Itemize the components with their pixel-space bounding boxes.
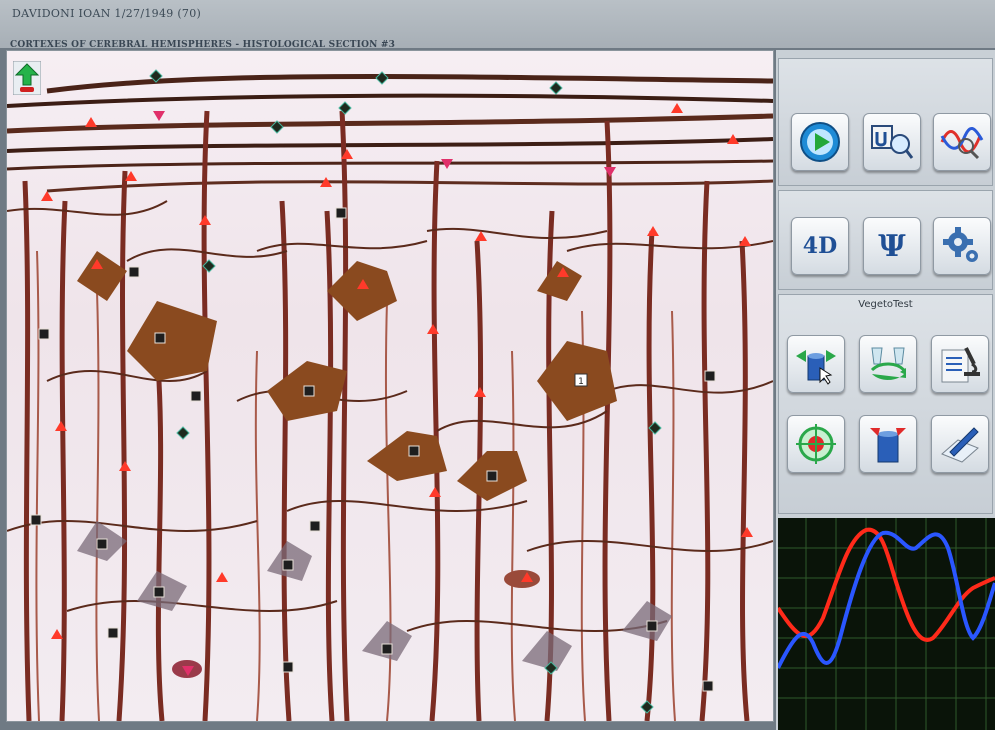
vegetotest-group: VegetoTest: [778, 294, 993, 514]
export-button[interactable]: [13, 61, 41, 95]
cups-arrows-icon: [870, 347, 906, 380]
wave-analysis-button[interactable]: [933, 113, 991, 171]
vegetotest-title: VegetoTest: [858, 299, 913, 310]
play-icon: [800, 122, 840, 162]
section-title: CORTEXES OF CEREBRAL HEMISPHERES - HISTO…: [10, 40, 396, 50]
signal-oscilloscope: [778, 518, 995, 730]
cylinder-arrows-icon: [796, 350, 836, 385]
histology-image: 1: [7, 69, 773, 721]
wave-analysis-icon: [940, 127, 984, 160]
4d-button[interactable]: 4D: [791, 217, 849, 275]
psi-icon: Ψ: [878, 228, 906, 264]
toolbar-group-main: [778, 58, 993, 186]
tool-panel: 4D Ψ VegetoTest: [776, 50, 995, 730]
toolbar-group-modes: 4D Ψ: [778, 190, 993, 290]
search-zoom-icon: [871, 125, 914, 159]
vegeto-button-1[interactable]: [787, 335, 845, 393]
target-icon: [796, 424, 836, 464]
vegeto-button-4[interactable]: [787, 415, 845, 473]
vegeto-button-3[interactable]: [931, 335, 989, 393]
patient-info: DAVIDONI IOAN 1/27/1949 (70): [12, 7, 202, 20]
pen-paper-icon: [941, 427, 979, 463]
vegeto-button-6[interactable]: [931, 415, 989, 473]
vegeto-button-5[interactable]: [859, 415, 917, 473]
settings-button[interactable]: [933, 217, 991, 275]
microscope-icon: [941, 347, 980, 383]
up-arrow-icon: [13, 61, 41, 95]
cylinder-icon: [870, 428, 906, 463]
vegeto-button-2[interactable]: [859, 335, 917, 393]
histology-viewer[interactable]: 1: [6, 50, 774, 722]
zoom-button[interactable]: [863, 113, 921, 171]
gear-icon: [943, 227, 978, 262]
4d-icon: 4D: [802, 233, 838, 259]
play-button[interactable]: [791, 113, 849, 171]
psi-button[interactable]: Ψ: [863, 217, 921, 275]
marker-number: 1: [578, 377, 584, 387]
oscilloscope-traces: [778, 518, 995, 730]
